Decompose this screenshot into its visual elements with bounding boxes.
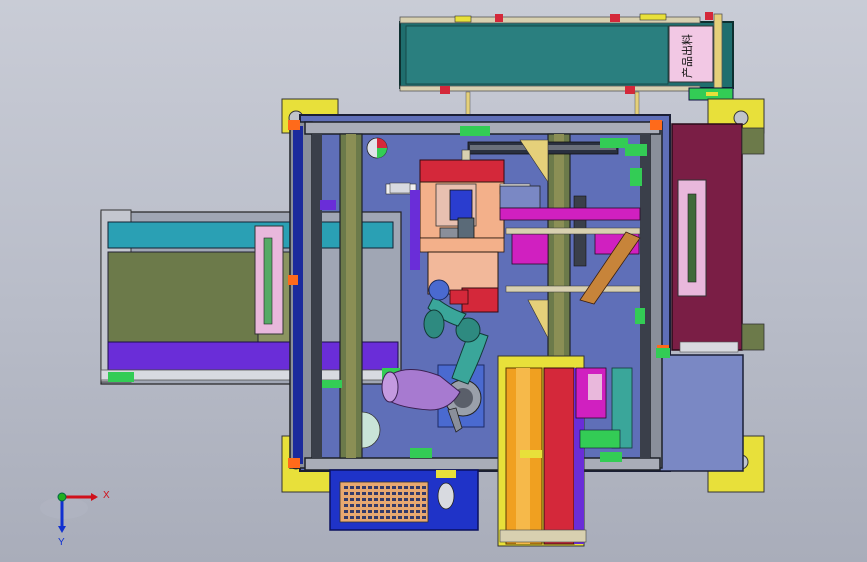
- vent-slot: [410, 486, 414, 489]
- vent-slot: [350, 486, 354, 489]
- vent-slot: [386, 516, 390, 519]
- vent-slot: [374, 510, 378, 513]
- vent-slot: [422, 504, 426, 507]
- vent-slot: [362, 510, 366, 513]
- vent-slot: [356, 486, 360, 489]
- vent-slot: [362, 504, 366, 507]
- vent-slot: [344, 492, 348, 495]
- vent-slot: [422, 510, 426, 513]
- vent-slot: [392, 516, 396, 519]
- vent-slot: [404, 504, 408, 507]
- vent-slot: [416, 510, 420, 513]
- vent-slot: [368, 510, 372, 513]
- vent-slot: [374, 498, 378, 501]
- vent-slot: [350, 498, 354, 501]
- vent-slot: [398, 510, 402, 513]
- vent-slot: [404, 510, 408, 513]
- vent-slot: [386, 504, 390, 507]
- vent-slot: [362, 516, 366, 519]
- vent-slot: [356, 492, 360, 495]
- vent-slot: [410, 516, 414, 519]
- vent-slot: [392, 510, 396, 513]
- vent-slot: [356, 498, 360, 501]
- vent-slot: [398, 498, 402, 501]
- vent-slot: [410, 492, 414, 495]
- vent-slot: [380, 510, 384, 513]
- vent-slot: [350, 492, 354, 495]
- vent-slot: [392, 498, 396, 501]
- cad-viewport[interactable]: 产品出料 X Y: [0, 0, 867, 562]
- vent-slot: [374, 504, 378, 507]
- vent-slot: [410, 498, 414, 501]
- vent-slot: [398, 516, 402, 519]
- vent-slot: [344, 516, 348, 519]
- axis-triad[interactable]: X Y: [40, 490, 110, 548]
- vent-slot: [344, 498, 348, 501]
- vent-slot: [350, 516, 354, 519]
- vent-slot: [416, 516, 420, 519]
- vent-slot: [368, 504, 372, 507]
- vent-slot: [410, 510, 414, 513]
- vent-slot: [368, 486, 372, 489]
- vent-slot: [356, 516, 360, 519]
- vent-slot: [404, 486, 408, 489]
- vent-slot: [362, 492, 366, 495]
- top-output-conveyor[interactable]: 产品出料: [399, 12, 734, 121]
- vent-slot: [404, 516, 408, 519]
- vent-slot: [350, 504, 354, 507]
- vent-slot: [422, 498, 426, 501]
- vent-slot: [416, 498, 420, 501]
- y-axis-label: Y: [58, 537, 65, 548]
- vent-slot: [392, 504, 396, 507]
- vent-slot: [416, 492, 420, 495]
- vent-slot: [350, 510, 354, 513]
- vent-slot: [404, 498, 408, 501]
- vent-slot: [410, 504, 414, 507]
- vent-slot: [368, 516, 372, 519]
- vent-slot: [398, 504, 402, 507]
- vent-slot: [380, 492, 384, 495]
- right-output-panel[interactable]: [671, 123, 765, 353]
- vent-slot: [422, 516, 426, 519]
- assembly-drawing[interactable]: 产品出料 X Y: [0, 0, 867, 562]
- vent-slot: [380, 504, 384, 507]
- vent-slot: [362, 486, 366, 489]
- vent-slot: [398, 486, 402, 489]
- vent-slot: [386, 492, 390, 495]
- vent-slot: [374, 492, 378, 495]
- vent-slot: [374, 516, 378, 519]
- vent-slot: [416, 486, 420, 489]
- vent-slot: [380, 516, 384, 519]
- vent-slot: [386, 510, 390, 513]
- control-box[interactable]: [329, 469, 479, 531]
- vent-slot: [386, 498, 390, 501]
- vent-slot: [362, 498, 366, 501]
- vent-slot: [392, 492, 396, 495]
- vent-slot: [422, 486, 426, 489]
- x-axis-label: X: [103, 490, 110, 501]
- vent-slot: [368, 498, 372, 501]
- vent-slot: [344, 510, 348, 513]
- vent-slot: [386, 486, 390, 489]
- vent-slot: [380, 486, 384, 489]
- vent-slot: [404, 492, 408, 495]
- vent-slot: [344, 486, 348, 489]
- vent-slot: [344, 504, 348, 507]
- vent-slot: [368, 492, 372, 495]
- vent-slot: [392, 486, 396, 489]
- vent-slot: [416, 504, 420, 507]
- vent-slot: [398, 492, 402, 495]
- vent-slot: [380, 498, 384, 501]
- conveyor-label: 产品出料: [680, 34, 694, 78]
- vent-slot: [356, 504, 360, 507]
- vent-slot: [356, 510, 360, 513]
- vent-slot: [374, 486, 378, 489]
- vent-slot: [422, 492, 426, 495]
